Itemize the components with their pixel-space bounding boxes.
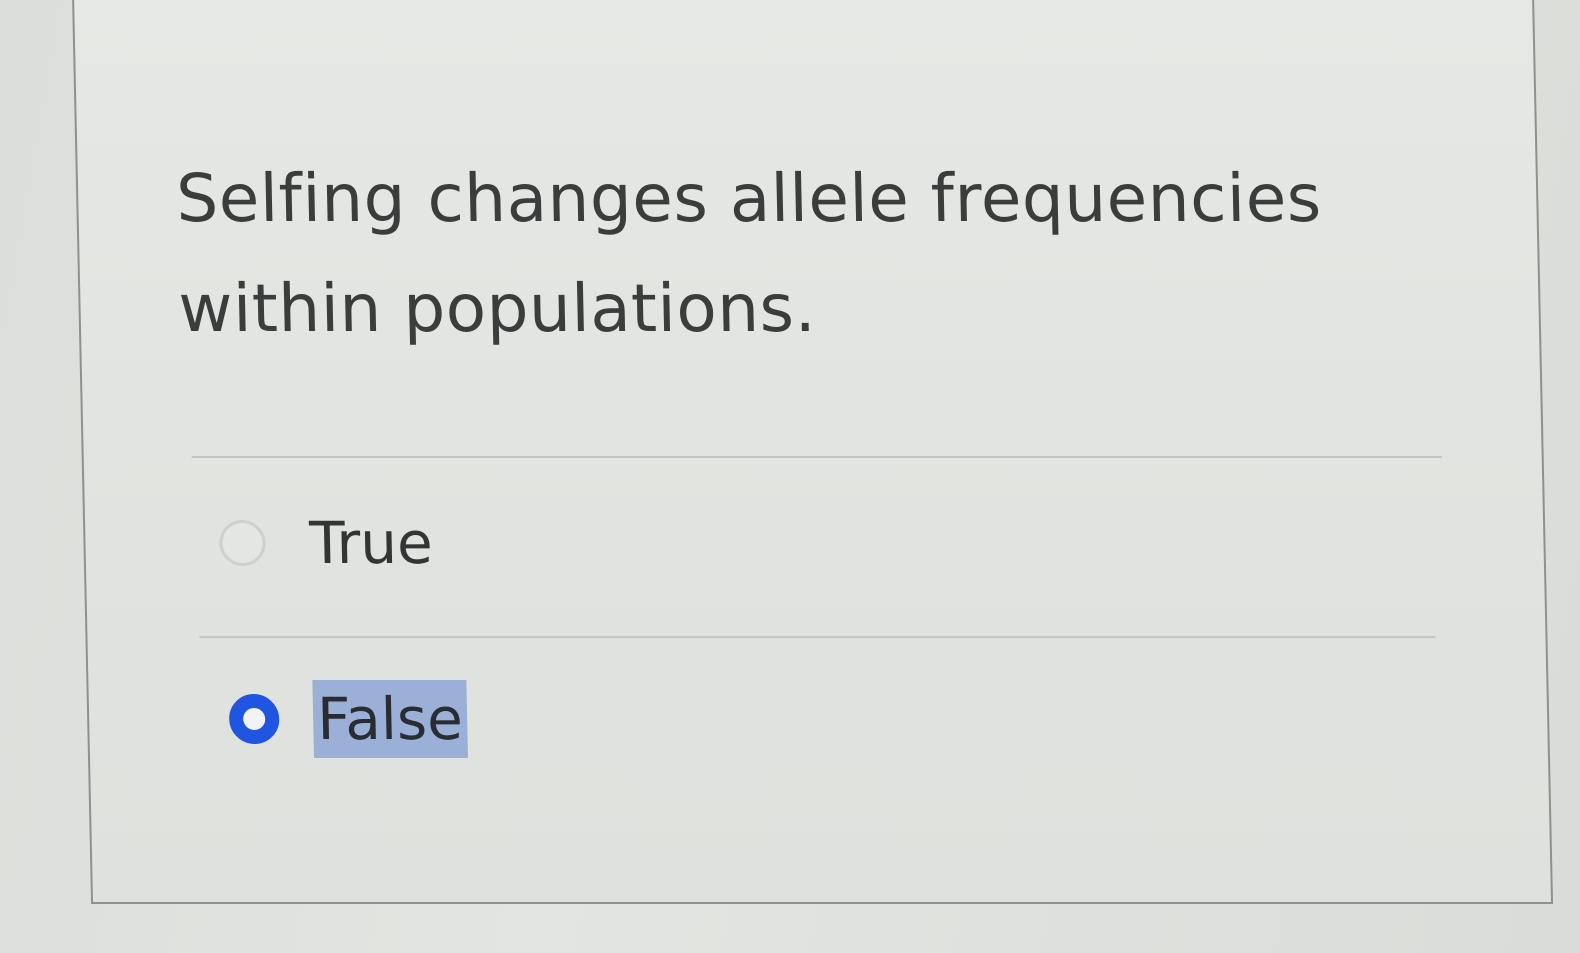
radio-button-true[interactable] bbox=[219, 520, 266, 566]
option-true[interactable]: True bbox=[219, 504, 438, 582]
option-false-label[interactable]: False bbox=[312, 680, 468, 758]
divider bbox=[199, 636, 1436, 638]
option-true-label[interactable]: True bbox=[305, 504, 438, 582]
question-card-body: Selfing changes allele frequencies withi… bbox=[74, 0, 1551, 902]
question-card: Selfing changes allele frequencies withi… bbox=[72, 0, 1554, 904]
option-false[interactable]: False bbox=[228, 680, 468, 758]
question-text: Selfing changes allele frequencies withi… bbox=[175, 160, 1323, 347]
radio-button-false-selected[interactable] bbox=[228, 694, 280, 744]
divider bbox=[191, 456, 1442, 458]
